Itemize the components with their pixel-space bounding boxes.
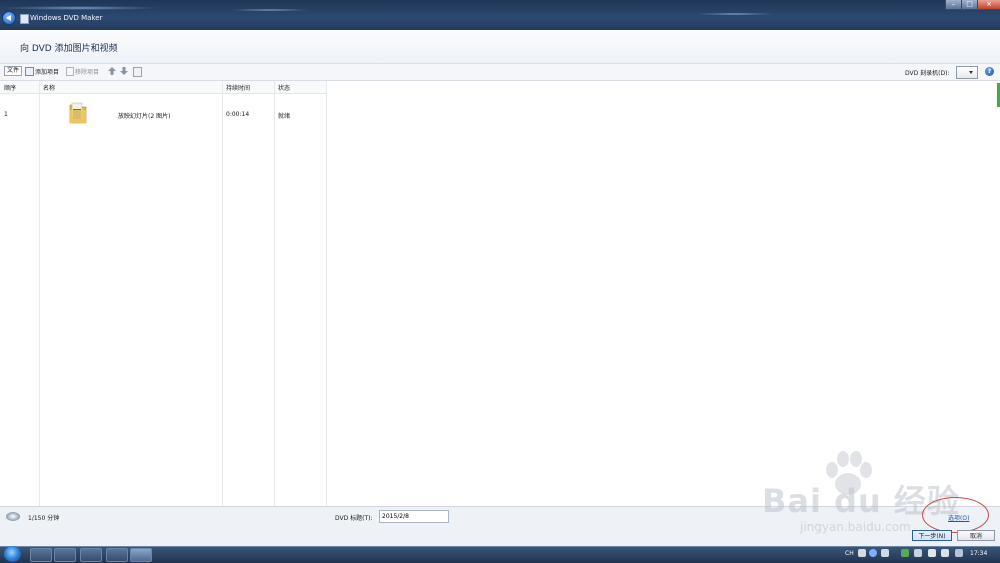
- tray-network-icon[interactable]: [941, 549, 949, 557]
- disc-icon: [6, 512, 20, 521]
- column-header-duration[interactable]: 持续时间: [226, 83, 250, 92]
- column-divider: [39, 81, 40, 506]
- taskbar-clock[interactable]: 17:34: [970, 550, 987, 557]
- watermark-url: jingyan.baidu.com: [800, 520, 911, 534]
- file-menu-button[interactable]: 文件: [4, 66, 23, 76]
- move-up-icon[interactable]: [108, 67, 116, 75]
- row-status: 就绪: [278, 113, 291, 120]
- window-title-bar: [0, 0, 1000, 30]
- taskbar-app-media-center[interactable]: [54, 548, 76, 562]
- app-icon: [20, 14, 29, 24]
- help-icon[interactable]: ?: [985, 67, 994, 76]
- row-duration: 0:00:14: [226, 111, 250, 118]
- page-title: 向 DVD 添加图片和视频: [20, 44, 118, 54]
- tray-volume-icon[interactable]: [955, 549, 963, 557]
- taskbar-app-explorer[interactable]: [80, 548, 102, 562]
- tray-app-icon[interactable]: [914, 549, 922, 557]
- properties-icon[interactable]: [133, 67, 142, 77]
- dvd-title-label: DVD 标题(T):: [335, 515, 373, 522]
- page-header: [0, 30, 1000, 64]
- taskbar-app-ie[interactable]: [30, 548, 52, 562]
- maximize-button[interactable]: □: [961, 0, 978, 10]
- capacity-text: 1/150 分钟: [28, 515, 60, 522]
- slideshow-folder-icon[interactable]: [69, 101, 87, 125]
- toolbar: [0, 64, 1000, 81]
- row-name[interactable]: 放映幻灯片(2 图片): [118, 111, 170, 120]
- tray-security-icon[interactable]: [901, 549, 909, 557]
- column-header-name[interactable]: 名称: [43, 83, 55, 92]
- taskbar-app-media-player[interactable]: [106, 548, 128, 562]
- dvd-title-input[interactable]: [379, 510, 449, 523]
- next-button[interactable]: 下一步(N): [912, 530, 952, 541]
- close-icon: ×: [986, 0, 992, 8]
- window-title: Windows DVD Maker: [30, 14, 103, 22]
- minimize-icon: –: [951, 0, 956, 8]
- column-divider: [274, 81, 275, 506]
- column-header-order[interactable]: 顺序: [4, 83, 16, 92]
- tray-input-icon[interactable]: [858, 549, 866, 557]
- minimize-button[interactable]: –: [945, 0, 962, 10]
- add-item-button[interactable]: 添加项目: [35, 67, 59, 76]
- column-divider: [222, 81, 223, 506]
- add-item-icon[interactable]: [25, 67, 34, 76]
- remove-item-icon[interactable]: [66, 67, 74, 76]
- tray-settings-icon[interactable]: [881, 549, 889, 557]
- maximize-icon: □: [966, 0, 973, 8]
- taskbar-app-dvd-maker[interactable]: [130, 548, 152, 562]
- tray-language[interactable]: CH: [845, 550, 854, 557]
- column-divider: [326, 81, 327, 506]
- back-button[interactable]: [2, 11, 16, 25]
- row-index[interactable]: 1: [4, 111, 8, 118]
- media-list: [0, 81, 998, 506]
- dvd-burner-label: DVD 刻录机(D):: [905, 70, 950, 77]
- tray-help-icon[interactable]: [869, 549, 877, 557]
- dvd-burner-select[interactable]: [956, 66, 978, 79]
- tray-flag-icon[interactable]: [928, 549, 936, 557]
- start-button[interactable]: [4, 546, 21, 562]
- close-button[interactable]: ×: [977, 0, 1000, 10]
- options-link[interactable]: 选项(O): [948, 513, 969, 522]
- cancel-button[interactable]: 取消: [957, 530, 995, 541]
- column-header-status[interactable]: 状态: [278, 83, 290, 92]
- remove-item-button[interactable]: 移除项目: [75, 67, 99, 76]
- move-down-icon[interactable]: [120, 67, 128, 75]
